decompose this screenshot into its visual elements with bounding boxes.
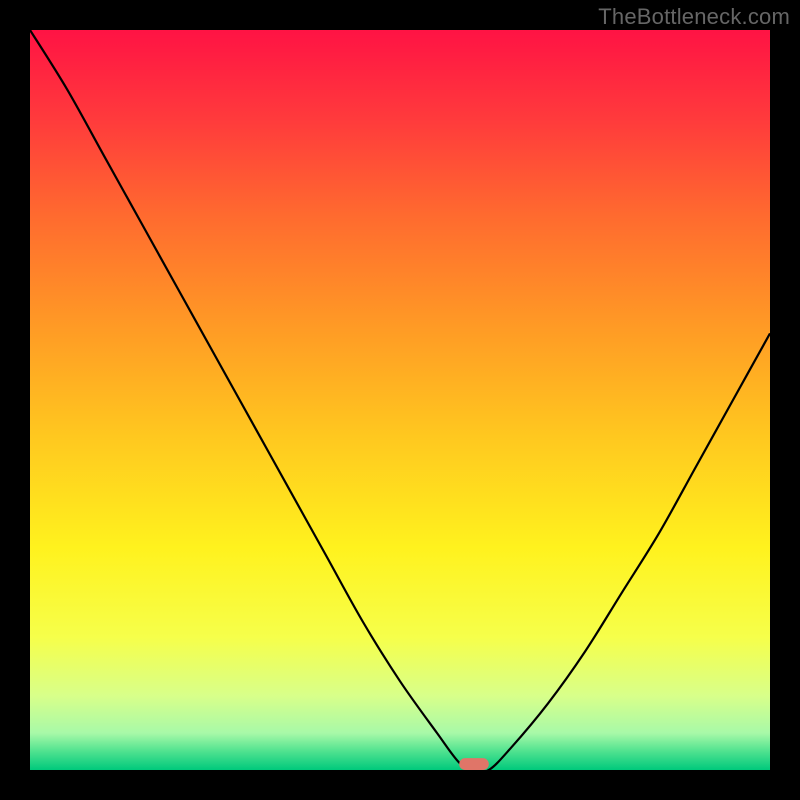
gradient-rect bbox=[30, 30, 770, 770]
chart-frame: TheBottleneck.com bbox=[0, 0, 800, 800]
chart-svg bbox=[30, 30, 770, 770]
plot-area bbox=[30, 30, 770, 770]
optimum-marker bbox=[459, 758, 489, 770]
watermark-text: TheBottleneck.com bbox=[598, 4, 790, 30]
